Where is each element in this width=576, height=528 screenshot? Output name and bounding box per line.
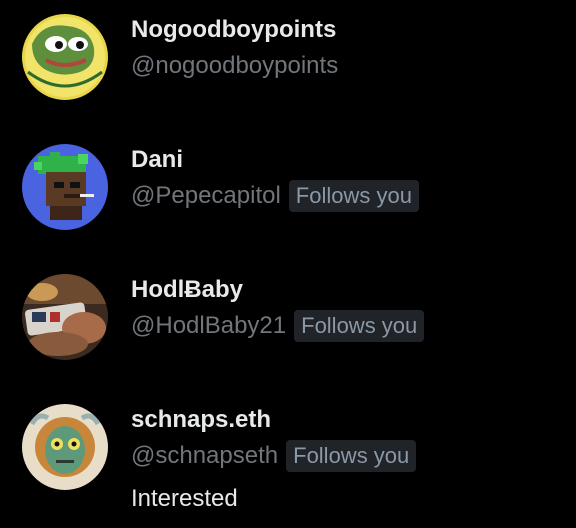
- pixel-character-avatar-icon[interactable]: [22, 144, 108, 230]
- user-row-schnaps[interactable]: schnaps.eth @schnapseth Follows you Inte…: [0, 390, 576, 520]
- photo-avatar-icon[interactable]: [22, 274, 108, 360]
- user-info: schnaps.eth @schnapseth Follows you Inte…: [131, 404, 417, 514]
- follows-you-badge: Follows you: [288, 180, 419, 212]
- photo-avatar-svg: [22, 274, 108, 360]
- cartoon-face-avatar-svg: [22, 404, 108, 490]
- display-name[interactable]: Nogoodboypoints: [131, 14, 338, 46]
- user-info: HodlɃaby @HodlBaby21 Follows you: [131, 274, 425, 344]
- display-name[interactable]: HodlɃaby: [131, 274, 424, 306]
- user-handle[interactable]: @nogoodboypoints: [131, 50, 338, 82]
- pepe-frog-avatar-icon[interactable]: [22, 14, 108, 100]
- handle-line: @schnapseth Follows you: [131, 438, 417, 474]
- follows-you-badge: Follows you: [286, 440, 417, 472]
- user-handle[interactable]: @schnapseth: [131, 440, 278, 472]
- pepe-frog-avatar-svg: [22, 14, 108, 100]
- handle-line: @nogoodboypoints: [131, 48, 338, 84]
- user-row-hodlbaby[interactable]: HodlɃaby @HodlBaby21 Follows you: [0, 260, 576, 390]
- user-row-nogoodboypoints[interactable]: Nogoodboypoints @nogoodboypoints: [0, 0, 576, 130]
- pixel-character-avatar-svg: [22, 144, 108, 230]
- follows-you-badge: Follows you: [294, 310, 425, 342]
- handle-line: @HodlBaby21 Follows you: [131, 308, 425, 344]
- display-name[interactable]: schnaps.eth: [131, 404, 416, 436]
- handle-line: @Pepecapitol Follows you: [131, 178, 419, 214]
- user-handle[interactable]: @HodlBaby21: [131, 310, 286, 342]
- user-list: Nogoodboypoints @nogoodboypoints Dani @P…: [0, 0, 576, 528]
- user-info: Dani @Pepecapitol Follows you: [131, 144, 419, 214]
- user-info: Nogoodboypoints @nogoodboypoints: [131, 14, 338, 84]
- user-bio: Interested: [131, 485, 238, 512]
- cartoon-face-avatar-icon[interactable]: [22, 404, 108, 490]
- display-name[interactable]: Dani: [131, 144, 419, 176]
- user-handle[interactable]: @Pepecapitol: [131, 180, 281, 212]
- user-row-dani[interactable]: Dani @Pepecapitol Follows you: [0, 130, 576, 260]
